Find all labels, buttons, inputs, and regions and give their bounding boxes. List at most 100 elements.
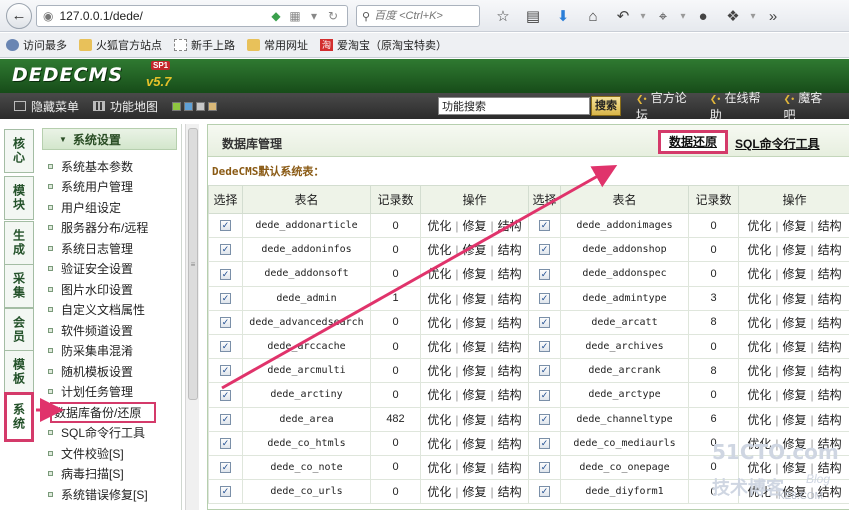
structure-link[interactable]: 结构 xyxy=(498,243,522,257)
url-text[interactable]: 127.0.0.1/dede/ xyxy=(59,9,265,23)
optimize-link[interactable]: 优化 xyxy=(427,437,451,451)
tab-modules[interactable]: 模块 xyxy=(4,176,34,220)
select-checkbox[interactable]: ✓ xyxy=(539,365,550,377)
structure-link[interactable]: 结构 xyxy=(818,219,842,233)
repair-link[interactable]: 修复 xyxy=(462,267,486,281)
repair-link[interactable]: 修复 xyxy=(462,364,486,378)
sidebar-item-error-repair[interactable]: 系统错误修复[S] xyxy=(48,484,178,505)
tab-core[interactable]: 核心 xyxy=(4,129,34,173)
bookmark-taobao[interactable]: 淘爱淘宝（原淘宝特卖） xyxy=(320,37,447,53)
select-checkbox[interactable]: ✓ xyxy=(539,437,550,449)
home-icon[interactable]: ⌂ xyxy=(578,8,608,25)
optimize-link[interactable]: 优化 xyxy=(427,413,451,427)
select-checkbox[interactable]: ✓ xyxy=(539,462,550,474)
data-restore-link[interactable]: 数据还原 xyxy=(658,130,728,154)
select-checkbox[interactable]: ✓ xyxy=(220,244,231,256)
skin-swatch-gray[interactable] xyxy=(196,101,206,111)
select-checkbox[interactable]: ✓ xyxy=(539,341,550,353)
optimize-link[interactable]: 优化 xyxy=(747,316,771,330)
overflow-icon[interactable]: » xyxy=(758,8,788,25)
repair-link[interactable]: 修复 xyxy=(462,292,486,306)
structure-link[interactable]: 结构 xyxy=(498,219,522,233)
star-icon[interactable]: ☆ xyxy=(488,7,518,25)
structure-link[interactable]: 结构 xyxy=(818,364,842,378)
structure-link[interactable]: 结构 xyxy=(818,243,842,257)
function-search-button[interactable]: 搜索 xyxy=(591,96,621,116)
select-checkbox[interactable]: ✓ xyxy=(539,389,550,401)
select-checkbox[interactable]: ✓ xyxy=(539,316,550,328)
function-search-input[interactable] xyxy=(438,97,590,115)
select-checkbox[interactable]: ✓ xyxy=(220,437,231,449)
sidebar-item-db-backup[interactable]: 数据库备份/还原 xyxy=(50,402,156,423)
structure-link[interactable]: 结构 xyxy=(498,340,522,354)
structure-link[interactable]: 结构 xyxy=(818,267,842,281)
repair-link[interactable]: 修复 xyxy=(782,243,806,257)
repair-link[interactable]: 修复 xyxy=(782,461,806,475)
optimize-link[interactable]: 优化 xyxy=(427,267,451,281)
select-checkbox[interactable]: ✓ xyxy=(539,292,550,304)
select-checkbox[interactable]: ✓ xyxy=(539,413,550,425)
sidebar-scrollbar[interactable]: ≡ xyxy=(185,124,199,510)
tab-member[interactable]: 会员 xyxy=(4,308,34,352)
structure-link[interactable]: 结构 xyxy=(818,437,842,451)
sidebar-item-basic-params[interactable]: 系统基本参数 xyxy=(48,156,178,177)
chat-icon[interactable]: ● xyxy=(688,8,718,25)
optimize-link[interactable]: 优化 xyxy=(747,461,771,475)
repair-link[interactable]: 修复 xyxy=(462,437,486,451)
reload-icon[interactable]: ↻ xyxy=(325,9,341,23)
dropdown-icon[interactable]: ▾ xyxy=(306,9,322,23)
optimize-link[interactable]: 优化 xyxy=(747,219,771,233)
optimize-link[interactable]: 优化 xyxy=(747,292,771,306)
shield-icon[interactable]: ◆ xyxy=(268,9,284,23)
sidebar-item-random-template[interactable]: 随机模板设置 xyxy=(48,361,178,382)
select-checkbox[interactable]: ✓ xyxy=(220,220,231,232)
forum-link[interactable]: ❮• 官方论坛 xyxy=(636,89,692,123)
sidebar-item-scheduled-tasks[interactable]: 计划任务管理 xyxy=(48,382,178,403)
repair-link[interactable]: 修复 xyxy=(782,413,806,427)
sidebar-item-file-check[interactable]: 文件校验[S] xyxy=(48,443,178,464)
select-checkbox[interactable]: ✓ xyxy=(220,462,231,474)
repair-link[interactable]: 修复 xyxy=(782,340,806,354)
qr-icon[interactable]: ▦ xyxy=(287,9,303,23)
repair-link[interactable]: 修复 xyxy=(462,388,486,402)
repair-link[interactable]: 修复 xyxy=(462,340,486,354)
hide-menu-button[interactable]: 隐藏菜单 xyxy=(14,98,79,115)
repair-link[interactable]: 修复 xyxy=(782,364,806,378)
select-checkbox[interactable]: ✓ xyxy=(220,268,231,280)
bookmark-common-sites[interactable]: 常用网址 xyxy=(247,37,308,53)
back-button[interactable]: ← xyxy=(6,2,32,29)
optimize-link[interactable]: 优化 xyxy=(427,292,451,306)
tab-system[interactable]: 系统 xyxy=(4,392,34,442)
undo-dropdown-icon[interactable]: ▾ xyxy=(638,11,648,22)
optimize-link[interactable]: 优化 xyxy=(427,219,451,233)
structure-link[interactable]: 结构 xyxy=(498,461,522,475)
repair-link[interactable]: 修复 xyxy=(782,485,806,499)
extension-icon[interactable]: ❖ xyxy=(718,7,748,25)
select-checkbox[interactable]: ✓ xyxy=(220,389,231,401)
structure-link[interactable]: 结构 xyxy=(818,292,842,306)
function-map-button[interactable]: 功能地图 xyxy=(93,98,158,115)
structure-link[interactable]: 结构 xyxy=(818,340,842,354)
sidebar-item-user-mgmt[interactable]: 系统用户管理 xyxy=(48,177,178,198)
structure-link[interactable]: 结构 xyxy=(818,388,842,402)
select-checkbox[interactable]: ✓ xyxy=(220,316,231,328)
tab-generate[interactable]: 生成 xyxy=(4,221,34,265)
optimize-link[interactable]: 优化 xyxy=(427,316,451,330)
skin-swatch-tan[interactable] xyxy=(208,101,218,111)
sidebar-item-anti-collect[interactable]: 防采集串混淆 xyxy=(48,341,178,362)
repair-link[interactable]: 修复 xyxy=(462,219,486,233)
optimize-link[interactable]: 优化 xyxy=(427,485,451,499)
repair-link[interactable]: 修复 xyxy=(782,316,806,330)
bookmark-getting-started[interactable]: 新手上路 xyxy=(174,37,235,53)
optimize-link[interactable]: 优化 xyxy=(747,243,771,257)
structure-link[interactable]: 结构 xyxy=(818,461,842,475)
structure-link[interactable]: 结构 xyxy=(498,316,522,330)
tab-template[interactable]: 模板 xyxy=(4,350,34,394)
optimize-link[interactable]: 优化 xyxy=(427,243,451,257)
select-checkbox[interactable]: ✓ xyxy=(220,341,231,353)
download-icon[interactable]: ⬇ xyxy=(548,7,578,25)
select-checkbox[interactable]: ✓ xyxy=(220,486,231,498)
address-bar[interactable]: ◉ 127.0.0.1/dede/ ◆ ▦ ▾ ↻ xyxy=(36,5,348,27)
structure-link[interactable]: 结构 xyxy=(498,413,522,427)
optimize-link[interactable]: 优化 xyxy=(427,461,451,475)
